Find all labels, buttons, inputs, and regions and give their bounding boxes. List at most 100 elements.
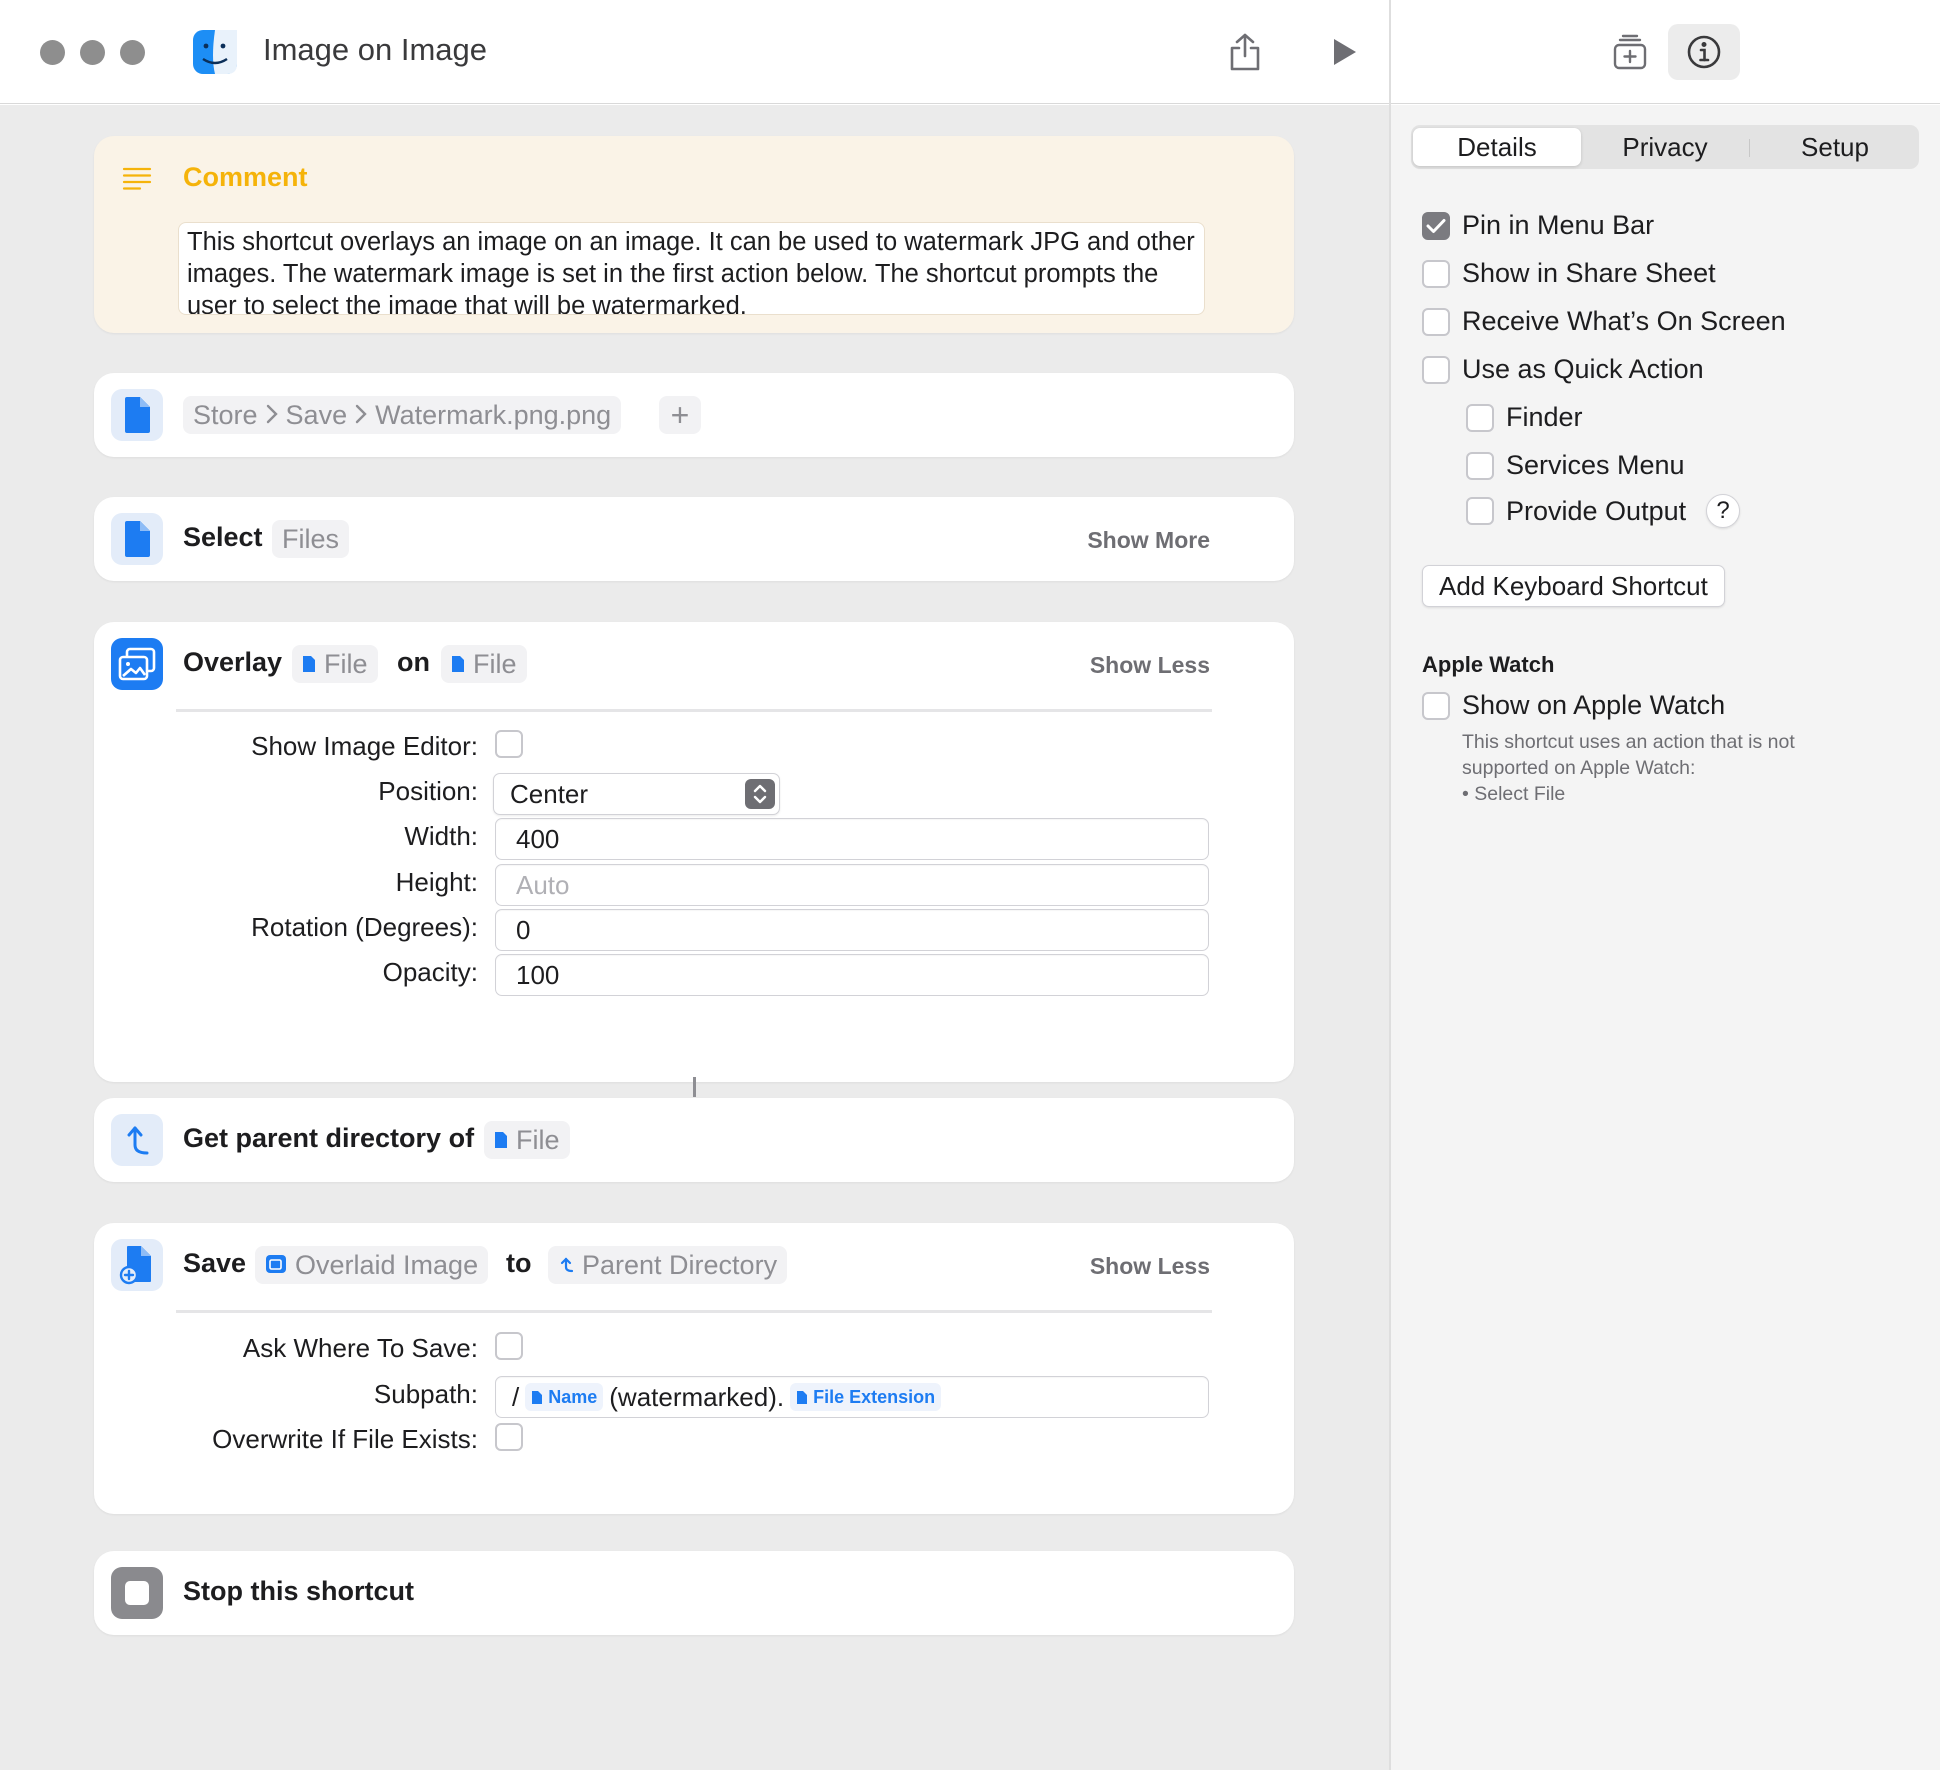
name-variable-token[interactable]: Name: [525, 1383, 604, 1411]
position-select[interactable]: Center: [493, 773, 780, 815]
receive-whats-on-screen-option[interactable]: Receive What’s On Screen: [1422, 306, 1786, 337]
file-path-breadcrumb[interactable]: Store Save Watermark.png.png: [183, 396, 622, 434]
add-to-library-icon[interactable]: [1604, 26, 1656, 78]
rotation-label: Rotation (Degrees):: [251, 912, 478, 942]
chevron-right-icon: [355, 400, 367, 431]
width-field[interactable]: 400: [495, 818, 1209, 860]
share-icon[interactable]: [1219, 26, 1271, 78]
path-segment: Save: [285, 399, 348, 430]
info-icon[interactable]: [1668, 24, 1740, 80]
connector-text: on: [397, 647, 430, 677]
finder-checkbox[interactable]: [1466, 403, 1494, 432]
rotation-field[interactable]: 0: [495, 909, 1209, 951]
arrow-up-left-icon: [111, 1114, 163, 1166]
show-on-apple-watch-checkbox[interactable]: [1422, 691, 1450, 720]
inspector-sidebar: Details Privacy Setup Pin in Menu Bar Sh…: [1391, 105, 1940, 1770]
comment-lines-icon: [122, 166, 152, 195]
play-icon[interactable]: [1318, 26, 1370, 78]
file-variable-token[interactable]: File: [484, 1121, 570, 1159]
overwrite-if-exists-checkbox[interactable]: [495, 1423, 523, 1451]
tab-details[interactable]: Details: [1413, 128, 1581, 166]
tab-separator: [1749, 139, 1750, 157]
document-icon: [451, 649, 465, 680]
show-on-apple-watch-option[interactable]: Show on Apple Watch: [1422, 690, 1725, 721]
path-segment: Watermark.png.png: [375, 399, 612, 430]
chevron-updown-icon: [745, 779, 775, 809]
use-as-quick-action-option[interactable]: Use as Quick Action: [1422, 354, 1704, 385]
provide-output-option[interactable]: Provide Output ?: [1466, 494, 1741, 528]
connector-text: to: [506, 1248, 532, 1278]
ask-where-to-save-checkbox[interactable]: [495, 1332, 523, 1360]
select-file-action[interactable]: Select Files Show More: [94, 497, 1294, 581]
close-window-button[interactable]: [40, 40, 65, 65]
overlay-image-action[interactable]: Overlay File on File Show Less Show Imag…: [94, 622, 1294, 1082]
watch-note-line: supported on Apple Watch:: [1462, 757, 1696, 779]
document-icon: [111, 513, 163, 565]
finder-option[interactable]: Finder: [1466, 402, 1583, 433]
opacity-field[interactable]: 100: [495, 954, 1209, 996]
show-more-button[interactable]: Show More: [1087, 527, 1210, 554]
pin-in-menu-bar-option[interactable]: Pin in Menu Bar: [1422, 210, 1654, 241]
comment-action[interactable]: Comment This shortcut overlays an image …: [94, 136, 1294, 333]
height-field[interactable]: Auto: [495, 864, 1209, 906]
comment-label: Comment: [183, 162, 308, 192]
image-editor-label: Show Image Editor:: [251, 731, 478, 761]
add-path-button[interactable]: +: [659, 396, 701, 434]
show-less-button[interactable]: Show Less: [1090, 1253, 1210, 1280]
position-label: Position:: [378, 776, 478, 806]
tab-privacy[interactable]: Privacy: [1581, 128, 1749, 166]
watch-note-line: This shortcut uses an action that is not: [1462, 731, 1795, 753]
subpath-label: Subpath:: [373, 1379, 478, 1409]
inspector-tabs: Details Privacy Setup: [1411, 125, 1919, 169]
action-title: Get parent directory of: [183, 1123, 475, 1153]
file-variable-token[interactable]: File: [292, 645, 378, 683]
services-menu-option[interactable]: Services Menu: [1466, 450, 1685, 481]
apple-watch-heading: Apple Watch: [1422, 652, 1555, 677]
use-as-quick-action-checkbox[interactable]: [1422, 355, 1450, 384]
document-icon: [111, 389, 163, 441]
action-title: Overlay: [183, 647, 283, 677]
pin-in-menu-bar-checkbox[interactable]: [1422, 211, 1450, 240]
shortcut-editor: Comment This shortcut overlays an image …: [0, 105, 1389, 1770]
document-icon: [302, 649, 316, 680]
parent-directory-token[interactable]: Parent Directory: [548, 1246, 788, 1284]
window-title: Image on Image: [263, 32, 488, 67]
receive-whats-on-screen-checkbox[interactable]: [1422, 307, 1450, 336]
title-bar: Image on Image: [0, 0, 1390, 104]
overlay-image-icon: [265, 1250, 287, 1281]
help-button[interactable]: ?: [1706, 494, 1741, 528]
show-image-editor-checkbox[interactable]: [495, 730, 523, 758]
finder-app-icon: [191, 28, 239, 76]
tab-setup[interactable]: Setup: [1751, 128, 1919, 166]
overlaid-image-token[interactable]: Overlaid Image: [255, 1246, 489, 1284]
overwrite-label: Overwrite If File Exists:: [212, 1424, 478, 1454]
add-keyboard-shortcut-button[interactable]: Add Keyboard Shortcut: [1422, 565, 1725, 607]
get-parent-directory-action[interactable]: Get parent directory of File: [94, 1098, 1294, 1182]
path-segment: Store: [193, 399, 258, 430]
comment-text[interactable]: This shortcut overlays an image on an im…: [178, 222, 1205, 315]
stop-shortcut-action[interactable]: Stop this shortcut: [94, 1551, 1294, 1635]
show-in-share-sheet-checkbox[interactable]: [1422, 259, 1450, 288]
ask-where-label: Ask Where To Save:: [242, 1333, 478, 1363]
files-parameter-token[interactable]: Files: [272, 520, 350, 558]
show-less-button[interactable]: Show Less: [1090, 652, 1210, 679]
save-file-action[interactable]: Save Overlaid Image to Parent Directory …: [94, 1223, 1294, 1514]
file-extension-variable-token[interactable]: File Extension: [790, 1383, 942, 1411]
file-variable-token[interactable]: File: [441, 645, 527, 683]
document-icon: [494, 1125, 508, 1156]
separator: [176, 1310, 1212, 1313]
subpath-field[interactable]: / Name (watermarked). File Extension: [495, 1376, 1209, 1418]
height-label: Height:: [395, 867, 478, 897]
minimize-window-button[interactable]: [80, 40, 105, 65]
file-path-action[interactable]: Store Save Watermark.png.png +: [94, 373, 1294, 457]
services-menu-checkbox[interactable]: [1466, 451, 1494, 480]
inspector-toolbar: [1390, 0, 1940, 104]
separator: [176, 709, 1212, 712]
zoom-window-button[interactable]: [120, 40, 145, 65]
show-in-share-sheet-option[interactable]: Show in Share Sheet: [1422, 258, 1716, 289]
chevron-right-icon: [266, 400, 278, 431]
action-title: Select: [183, 522, 263, 552]
provide-output-checkbox[interactable]: [1466, 497, 1494, 525]
opacity-label: Opacity:: [382, 957, 478, 987]
arrow-up-left-icon: [558, 1250, 574, 1281]
